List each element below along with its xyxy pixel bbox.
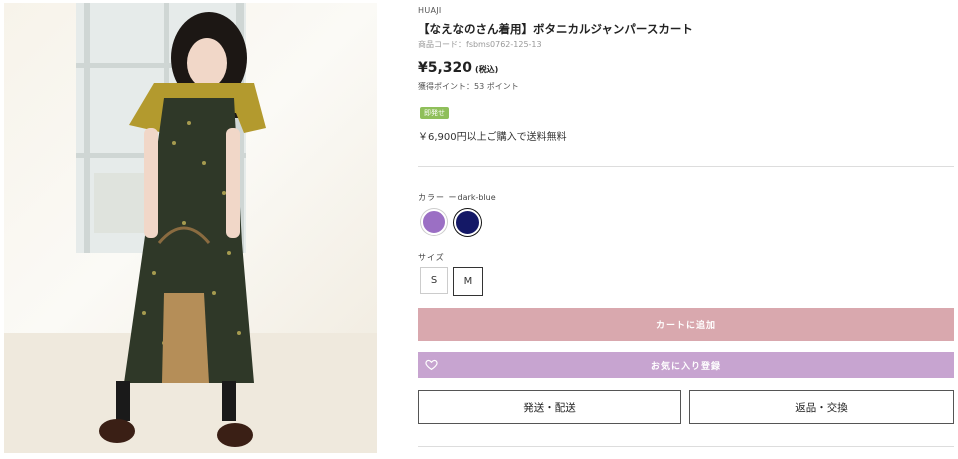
- divider: [418, 166, 954, 167]
- color-label: カラー ーdark-blue: [418, 192, 496, 203]
- size-option-m[interactable]: M: [453, 267, 483, 296]
- divider: [418, 446, 954, 447]
- product-code: 商品コード：fsbms0762-125-13: [418, 40, 542, 49]
- shipping-info-button[interactable]: 発送・配送: [418, 390, 681, 424]
- add-to-favorites-button[interactable]: お気に入り登録: [418, 352, 954, 378]
- color-swatch-dark-blue[interactable]: [454, 209, 481, 236]
- points-earned: 獲得ポイント：53 ポイント: [418, 82, 519, 91]
- add-to-cart-button[interactable]: カートに追加: [418, 308, 954, 341]
- color-label-text: カラー: [418, 193, 445, 202]
- status-badge: 即発せ: [420, 107, 449, 119]
- product-price: ¥5,320 (税込): [418, 60, 498, 76]
- size-label: サイズ: [418, 253, 445, 262]
- product-photo: [4, 3, 377, 453]
- heart-icon: [425, 359, 438, 371]
- returns-info-button[interactable]: 返品・交換: [689, 390, 954, 424]
- add-to-favorites-label: お気に入り登録: [650, 361, 721, 372]
- selected-color-value: dark-blue: [457, 193, 496, 202]
- free-shipping-note: ￥6,900円以上ご購入で送料無料: [418, 132, 567, 143]
- product-info-panel: HUAJI 【なえなのさん着用】ボタニカルジャンパースカート 商品コード：fsb…: [418, 0, 954, 459]
- returns-info-label: 返品・交換: [795, 401, 848, 414]
- price-value: ¥5,320: [418, 60, 473, 76]
- size-option-s[interactable]: S: [420, 267, 448, 294]
- color-swatch-purple[interactable]: [421, 209, 447, 235]
- color-separator: ー: [448, 193, 458, 202]
- add-to-cart-label: カートに追加: [655, 321, 716, 331]
- brand-name: HUAJI: [418, 6, 442, 15]
- product-title: 【なえなのさん着用】ボタニカルジャンパースカート: [418, 22, 693, 36]
- shipping-info-label: 発送・配送: [523, 401, 576, 414]
- tax-note: (税込): [475, 65, 499, 74]
